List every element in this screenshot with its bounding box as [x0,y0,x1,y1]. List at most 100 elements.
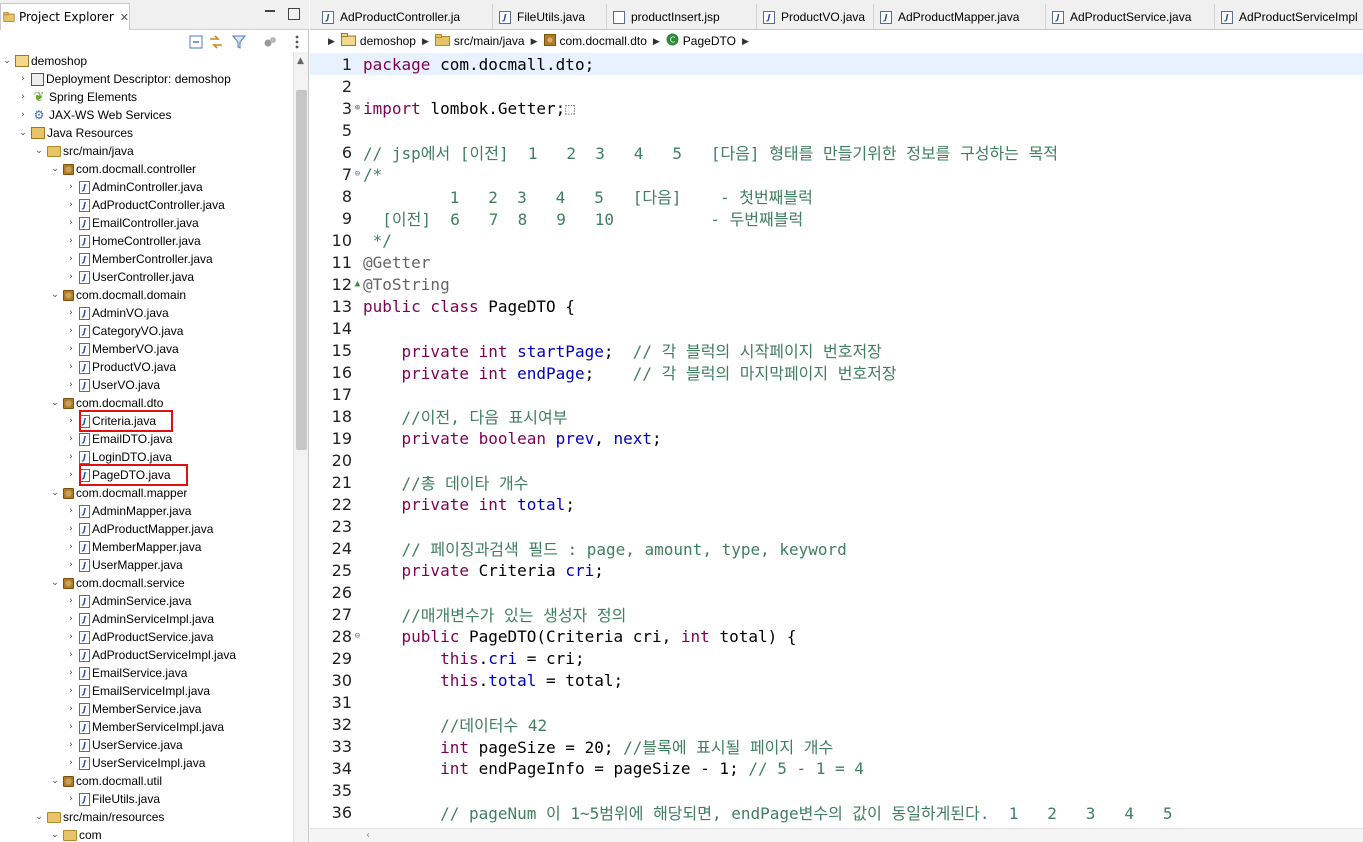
breadcrumb-item[interactable]: PageDTO [683,34,736,48]
tree-item[interactable]: › J MemberServiceImpl.java [66,718,224,736]
chevron-right-icon[interactable]: › [66,542,76,552]
code-line[interactable]: 33 int pageSize = 20; //블록에 표시될 페이지 개수 [310,735,1363,758]
chevron-right-icon[interactable]: › [66,362,76,372]
tree-item[interactable]: › J MemberController.java [66,250,213,268]
focus-task-icon[interactable] [262,34,278,50]
chevron-right-icon[interactable]: › [66,272,76,282]
breadcrumb-item[interactable]: demoshop [360,34,416,48]
chevron-down-icon[interactable]: ⌄ [50,578,60,588]
code-line[interactable]: 21 //총 데이타 개수 [310,471,1363,494]
code-line[interactable]: 10 */ [310,229,1363,251]
chevron-right-icon[interactable]: › [66,722,76,732]
editor-horizontal-scrollbar[interactable]: ‹ [310,828,1363,842]
tree-item[interactable]: › J EmailService.java [66,664,187,682]
code-line[interactable]: 20 [310,449,1363,471]
tree-item[interactable]: › J UserVO.java [66,376,160,394]
tree-item[interactable]: ⌄ com.docmall.util [50,772,162,790]
chevron-right-icon[interactable]: › [66,380,76,390]
chevron-right-icon[interactable]: › [66,650,76,660]
tree-item[interactable]: › J UserServiceImpl.java [66,754,205,772]
tree-item[interactable]: › J EmailController.java [66,214,199,232]
tree-item[interactable]: ⌄ src/main/resources [34,808,164,826]
tree-item[interactable]: › J MemberMapper.java [66,538,201,556]
chevron-down-icon[interactable]: ⌄ [50,164,60,174]
project-explorer-tab[interactable]: Project Explorer ✕ [0,3,130,30]
chevron-right-icon[interactable]: › [66,560,76,570]
chevron-right-icon[interactable]: › [66,218,76,228]
editor-tab[interactable]: productInsert.jsp [607,4,757,29]
code-line[interactable]: 5 [310,119,1363,141]
expand-fold-icon[interactable]: ⊕ [352,103,363,113]
chevron-right-icon[interactable]: › [66,434,76,444]
breadcrumb-item[interactable]: com.docmall.dto [560,34,647,48]
code-line[interactable]: 24 // 페이징과검색 필드 : page, amount, type, ke… [310,537,1363,560]
code-line[interactable]: 30 this.total = total; [310,669,1363,691]
chevron-right-icon[interactable]: › [18,92,28,102]
chevron-right-icon[interactable]: › [18,74,28,84]
code-line[interactable]: 19 private boolean prev, next; [310,427,1363,449]
chevron-down-icon[interactable]: ⌄ [34,146,44,156]
chevron-down-icon[interactable]: ⌄ [50,398,60,408]
chevron-right-icon[interactable]: › [66,308,76,318]
override-marker-icon[interactable]: ▲ [352,279,363,289]
tree-item[interactable]: › J MemberService.java [66,700,201,718]
chevron-right-icon[interactable]: › [66,200,76,210]
view-menu-icon[interactable] [289,34,305,50]
tree-item[interactable]: › ❦ Spring Elements [18,88,137,106]
chevron-right-icon[interactable]: › [66,794,76,804]
chevron-down-icon[interactable]: ⌄ [18,128,28,138]
chevron-right-icon[interactable]: › [66,182,76,192]
code-line[interactable]: 12 ▲ @ToString [310,273,1363,295]
code-line[interactable]: 14 [310,317,1363,339]
tree-item[interactable]: ⌄ com [50,826,101,842]
code-line[interactable]: 3 ⊕ import lombok.Getter;⬚ [310,97,1363,119]
chevron-right-icon[interactable]: › [66,668,76,678]
tree-item[interactable]: ⌄ com.docmall.mapper [50,484,187,502]
code-line[interactable]: 36 // pageNum 이 1~5범위에 해당되면, endPage변수의 … [310,801,1363,824]
tree-item[interactable]: › J ProductVO.java [66,358,176,376]
code-line[interactable]: 15 private int startPage; // 각 블럭의 시작페이지… [310,339,1363,362]
code-line[interactable]: 16 private int endPage; // 각 블럭의 마지막페이지 … [310,361,1363,384]
chevron-down-icon[interactable]: ⌄ [2,56,12,66]
chevron-right-icon[interactable]: › [66,452,76,462]
tree-item[interactable]: › J MemberVO.java [66,340,179,358]
code-line[interactable]: 34 int endPageInfo = pageSize - 1; // 5 … [310,757,1363,779]
code-editor[interactable]: 1 package com.docmall.dto; 2 3 ⊕ import lombo… [310,53,1363,828]
code-line[interactable]: 27 //매개변수가 있는 생성자 정의 [310,603,1363,626]
tree-item[interactable]: › J EmailServiceImpl.java [66,682,210,700]
tree-item[interactable]: ⌄ com.docmall.controller [50,160,196,178]
code-line[interactable]: 9 [이전] 6 7 8 9 10 - 두번째블럭 [310,207,1363,230]
tree-item[interactable]: › Deployment Descriptor: demoshop [18,70,231,88]
scroll-left-arrow-icon[interactable]: ‹ [366,830,370,841]
chevron-right-icon[interactable]: › [66,470,76,480]
chevron-right-icon[interactable]: › [18,110,28,120]
code-line[interactable]: 6 // jsp에서 [이전] 1 2 3 4 5 [다음] 형태를 만들기위한 … [310,141,1363,164]
tree-item[interactable]: › J UserController.java [66,268,194,286]
chevron-right-icon[interactable]: › [66,254,76,264]
tree-item[interactable]: › J HomeController.java [66,232,201,250]
chevron-right-icon[interactable]: › [66,416,76,426]
maximize-icon[interactable] [288,8,300,20]
tree-item[interactable]: › J UserMapper.java [66,556,183,574]
explorer-scrollbar-thumb[interactable] [296,90,307,450]
chevron-right-icon[interactable]: › [66,344,76,354]
tree-item[interactable]: › J AdminVO.java [66,304,169,322]
tree-item[interactable]: › ⚙ JAX-WS Web Services [18,106,171,124]
tree-item[interactable]: › J EmailDTO.java [66,430,172,448]
collapse-fold-icon[interactable]: ⊖ [352,631,363,641]
code-line[interactable]: 22 private int total; [310,493,1363,515]
tree-item[interactable]: › J AdProductService.java [66,628,213,646]
chevron-right-icon[interactable]: › [66,596,76,606]
tree-item[interactable]: › J AdProductMapper.java [66,520,213,538]
tree-item[interactable]: › J AdminServiceImpl.java [66,610,214,628]
code-line[interactable]: 35 [310,779,1363,801]
chevron-right-icon[interactable]: › [66,524,76,534]
editor-tab[interactable]: J ProductVO.java [757,4,874,29]
editor-tab[interactable]: J AdProductService.java [1046,4,1215,29]
editor-tab[interactable]: J AdProductServiceImpl [1215,4,1363,29]
code-line[interactable]: 2 [310,75,1363,97]
chevron-right-icon[interactable]: › [66,758,76,768]
chevron-right-icon[interactable]: › [66,506,76,516]
code-line[interactable]: 29 this.cri = cri; [310,647,1363,669]
tree-item[interactable]: › J AdminController.java [66,178,203,196]
